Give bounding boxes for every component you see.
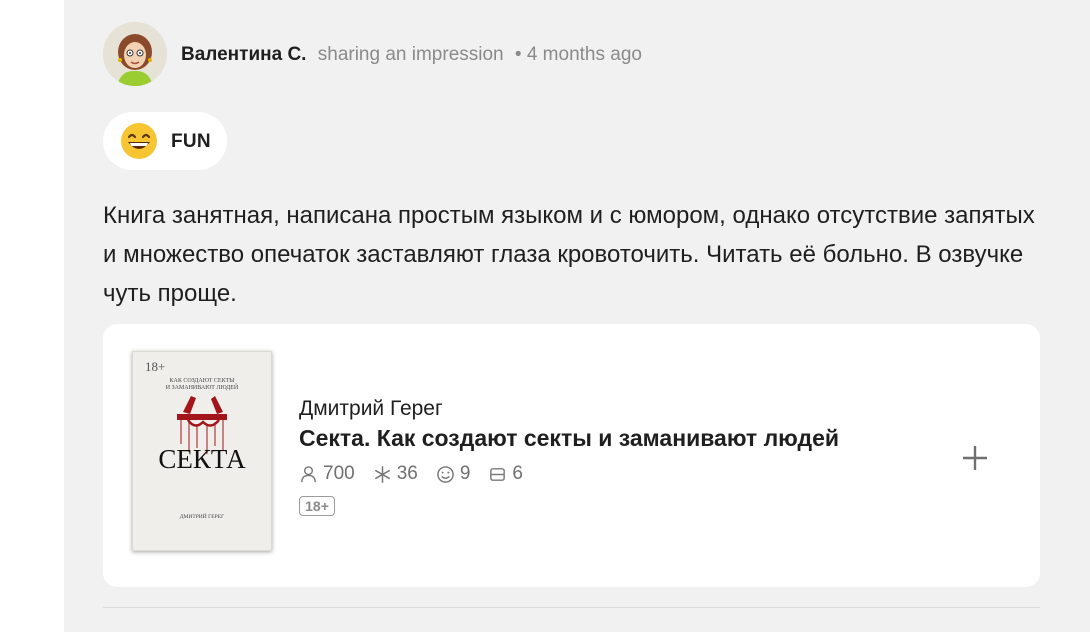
avatar[interactable] xyxy=(103,22,167,86)
cover-author: ДМИТРИЙ ГЕРЕГ xyxy=(180,512,225,520)
add-to-shelf-button[interactable] xyxy=(955,438,995,478)
grinning-face-icon xyxy=(120,122,158,160)
timestamp: • 4 months ago xyxy=(514,44,642,65)
smile-icon xyxy=(437,465,454,483)
emotion-label: FUN xyxy=(171,131,211,152)
book-card[interactable]: 18+ КАК СОЗДАЮТ СЕКТЫ И ЗАМАНИВАЮТ ЛЮДЕЙ… xyxy=(103,324,1040,587)
readers-stat: 700 xyxy=(299,463,355,485)
book-stats: 700 36 9 6 xyxy=(299,463,541,485)
book-title[interactable]: Секта. Как создают секты и заманивают лю… xyxy=(299,425,839,452)
readers-count: 700 xyxy=(323,463,355,484)
asterisk-icon xyxy=(374,465,390,483)
cover-subtitle-2: И ЗАМАНИВАЮТ ЛЮДЕЙ xyxy=(166,383,239,391)
age-rating-badge: 18+ xyxy=(299,496,335,516)
avatar-illustration xyxy=(103,22,167,86)
book-cover[interactable]: 18+ КАК СОЗДАЮТ СЕКТЫ И ЗАМАНИВАЮТ ЛЮДЕЙ… xyxy=(132,351,272,551)
impressions-count: 9 xyxy=(459,463,471,484)
quotes-count: 36 xyxy=(396,463,418,484)
shelf-icon xyxy=(490,467,506,481)
book-author[interactable]: Дмитрий Герег xyxy=(299,397,443,421)
cover-subtitle-1: КАК СОЗДАЮТ СЕКТЫ xyxy=(170,378,236,384)
review-meta: Валентина С. sharing an impression • 4 m… xyxy=(181,44,642,66)
shelves-stat: 6 xyxy=(488,463,523,485)
cover-age: 18+ xyxy=(145,359,165,374)
divider xyxy=(103,607,1040,608)
person-icon xyxy=(301,465,316,482)
action-text: sharing an impression xyxy=(317,44,504,65)
author-name[interactable]: Валентина С. xyxy=(181,44,306,65)
impressions-stat: 9 xyxy=(436,463,471,485)
shelves-count: 6 xyxy=(512,463,523,484)
plus-icon xyxy=(963,446,987,470)
emotion-badge: FUN xyxy=(103,112,227,170)
quotes-stat: 36 xyxy=(373,463,418,485)
review-text: Книга занятная, написана простым языком … xyxy=(103,202,1035,307)
cover-title: СЕКТА xyxy=(158,444,246,474)
